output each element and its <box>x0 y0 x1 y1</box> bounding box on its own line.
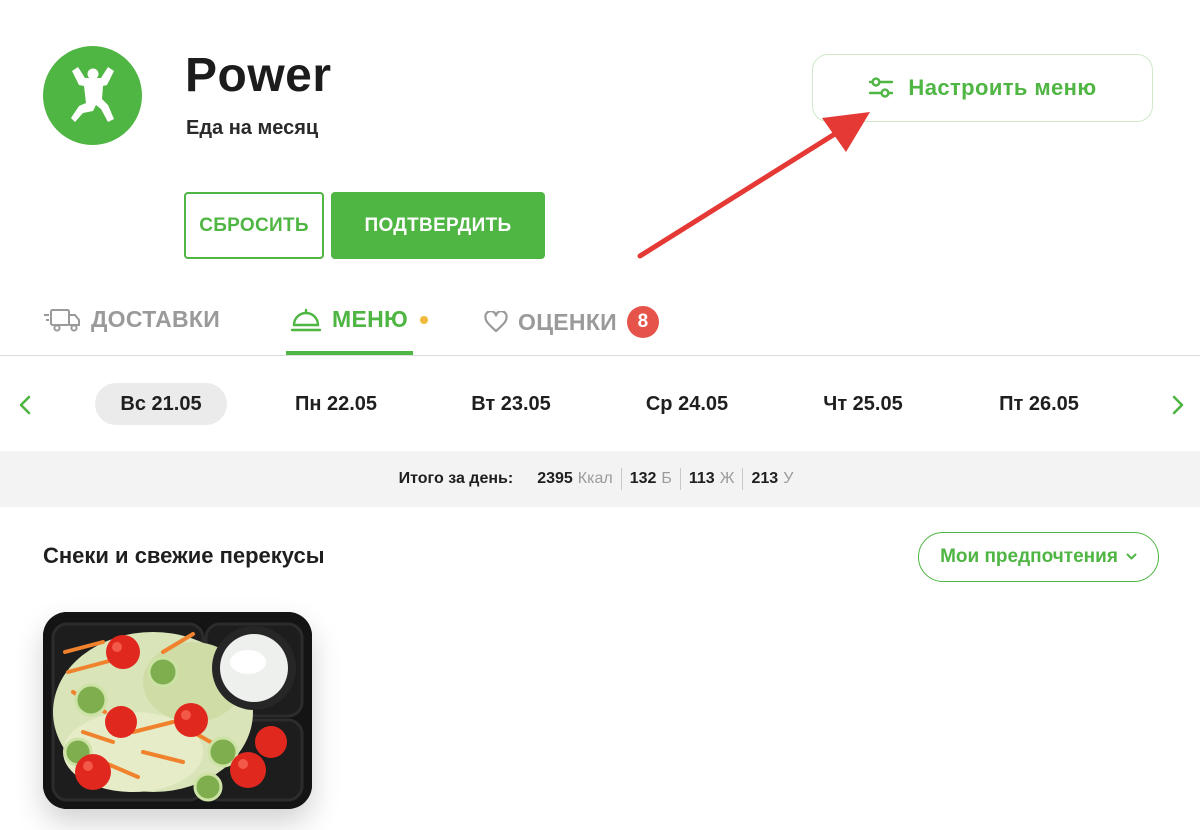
daily-summary: Итого за день: 2395 Ккал 132 Б 113 Ж 213… <box>0 451 1200 507</box>
page-subtitle: Еда на месяц <box>186 117 319 139</box>
day-selector: Вс 21.05 Пн 22.05 Вт 23.05 Ср 24.05 Чт 2… <box>0 372 1200 436</box>
day-item[interactable]: Пт 26.05 <box>973 383 1105 425</box>
configure-menu-label: Настроить меню <box>908 75 1097 100</box>
chevron-left-icon <box>19 395 31 415</box>
bodybuilder-icon <box>70 66 114 122</box>
day-item[interactable]: Пн 22.05 <box>270 383 402 425</box>
fat-value: 113 Ж <box>688 470 735 487</box>
preferences-label: Мои предпочтения <box>940 546 1118 567</box>
chevron-down-icon <box>1126 553 1137 560</box>
sliders-icon <box>869 77 894 98</box>
tab-menu[interactable]: МЕНЮ <box>290 306 429 333</box>
tab-ratings-label: ОЦЕНКИ <box>518 308 618 335</box>
tab-ratings[interactable]: ОЦЕНКИ 8 <box>484 306 660 338</box>
dish-card[interactable] <box>43 612 312 809</box>
tab-deliveries[interactable]: ДОСТАВКИ <box>43 306 220 333</box>
kcal-value: 2395 Ккал <box>537 470 613 487</box>
protein-value: 132 Б <box>629 470 672 487</box>
tab-menu-label: МЕНЮ <box>332 306 409 332</box>
confirm-button[interactable]: ПОДТВЕРДИТЬ <box>331 192 545 259</box>
configure-menu-button[interactable]: Настроить меню <box>812 54 1153 122</box>
prev-days-button[interactable] <box>10 388 40 422</box>
reset-button[interactable]: СБРОСИТЬ <box>184 192 324 259</box>
truck-icon <box>44 308 80 332</box>
section-title: Снеки и свежие перекусы <box>43 543 325 568</box>
day-item[interactable]: Чт 25.05 <box>797 383 929 425</box>
ratings-count-badge: 8 <box>627 306 660 338</box>
brand-logo <box>43 46 142 145</box>
carbs-value: 213 У <box>751 470 794 487</box>
preferences-button[interactable]: Мои предпочтения <box>918 532 1159 582</box>
new-indicator-dot <box>420 315 429 324</box>
day-item[interactable]: Вс 21.05 <box>95 383 227 425</box>
tab-deliveries-label: ДОСТАВКИ <box>91 306 221 332</box>
chevron-right-icon <box>1172 395 1184 415</box>
day-item[interactable]: Ср 24.05 <box>621 383 753 425</box>
active-tab-indicator <box>286 351 413 355</box>
heart-icon <box>484 311 508 333</box>
next-days-button[interactable] <box>1163 388 1193 422</box>
summary-label: Итого за день: <box>398 470 514 487</box>
page-title: Power <box>185 49 332 102</box>
day-item[interactable]: Вт 23.05 <box>445 383 577 425</box>
dish-image <box>43 612 312 809</box>
tab-bar: ДОСТАВКИ МЕНЮ ОЦЕНКИ 8 <box>0 296 1200 356</box>
cloche-icon <box>290 308 322 331</box>
